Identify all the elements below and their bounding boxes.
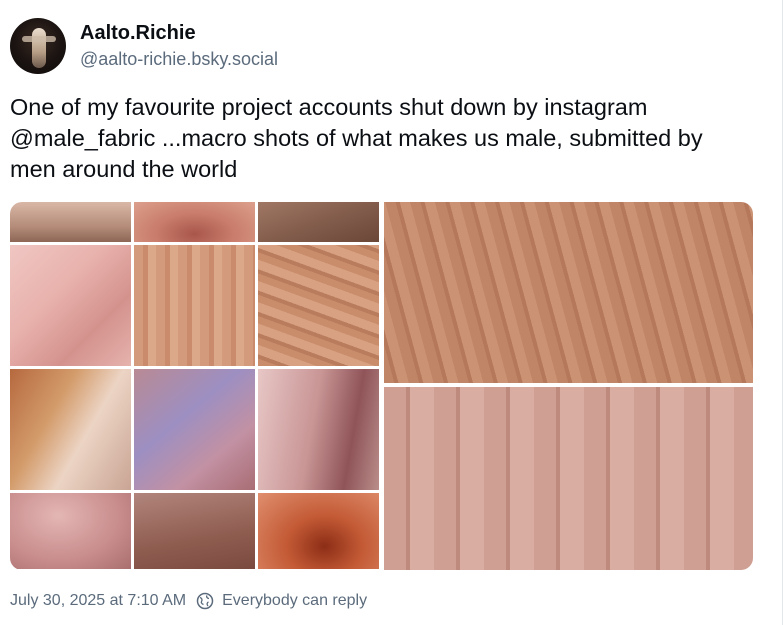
- grid-tile: [258, 369, 379, 490]
- image-macro-top[interactable]: [384, 202, 753, 383]
- post-text: One of my favourite project accounts shu…: [10, 94, 703, 182]
- image-macro-bottom[interactable]: [384, 387, 753, 570]
- post-timestamp[interactable]: July 30, 2025 at 7:10 AM: [10, 590, 186, 612]
- grid-tile: [10, 369, 131, 490]
- grid-tile: [10, 202, 131, 242]
- grid-tile: [258, 202, 379, 242]
- avatar[interactable]: [10, 18, 66, 74]
- globe-icon: [196, 592, 214, 610]
- grid-tile: [134, 202, 255, 242]
- post-card: Aalto.Richie @aalto-richie.bsky.social O…: [0, 0, 783, 625]
- grid-tile: [258, 493, 379, 569]
- author-names: Aalto.Richie @aalto-richie.bsky.social: [80, 21, 278, 71]
- reply-setting: Everybody can reply: [222, 592, 368, 609]
- grid-tile: [10, 245, 131, 366]
- post-header: Aalto.Richie @aalto-richie.bsky.social: [10, 18, 278, 74]
- grid-tile: [134, 369, 255, 490]
- post-media: [10, 202, 753, 570]
- image-collage-grid[interactable]: [10, 202, 379, 570]
- author-display-name[interactable]: Aalto.Richie: [80, 21, 278, 45]
- grid-tile: [134, 245, 255, 366]
- grid-tile: [258, 245, 379, 366]
- author-handle[interactable]: @aalto-richie.bsky.social: [80, 47, 278, 71]
- grid-tile: [10, 493, 131, 569]
- post-footer: July 30, 2025 at 7:10 AM Everybody can r…: [10, 590, 367, 612]
- grid-tile: [134, 493, 255, 569]
